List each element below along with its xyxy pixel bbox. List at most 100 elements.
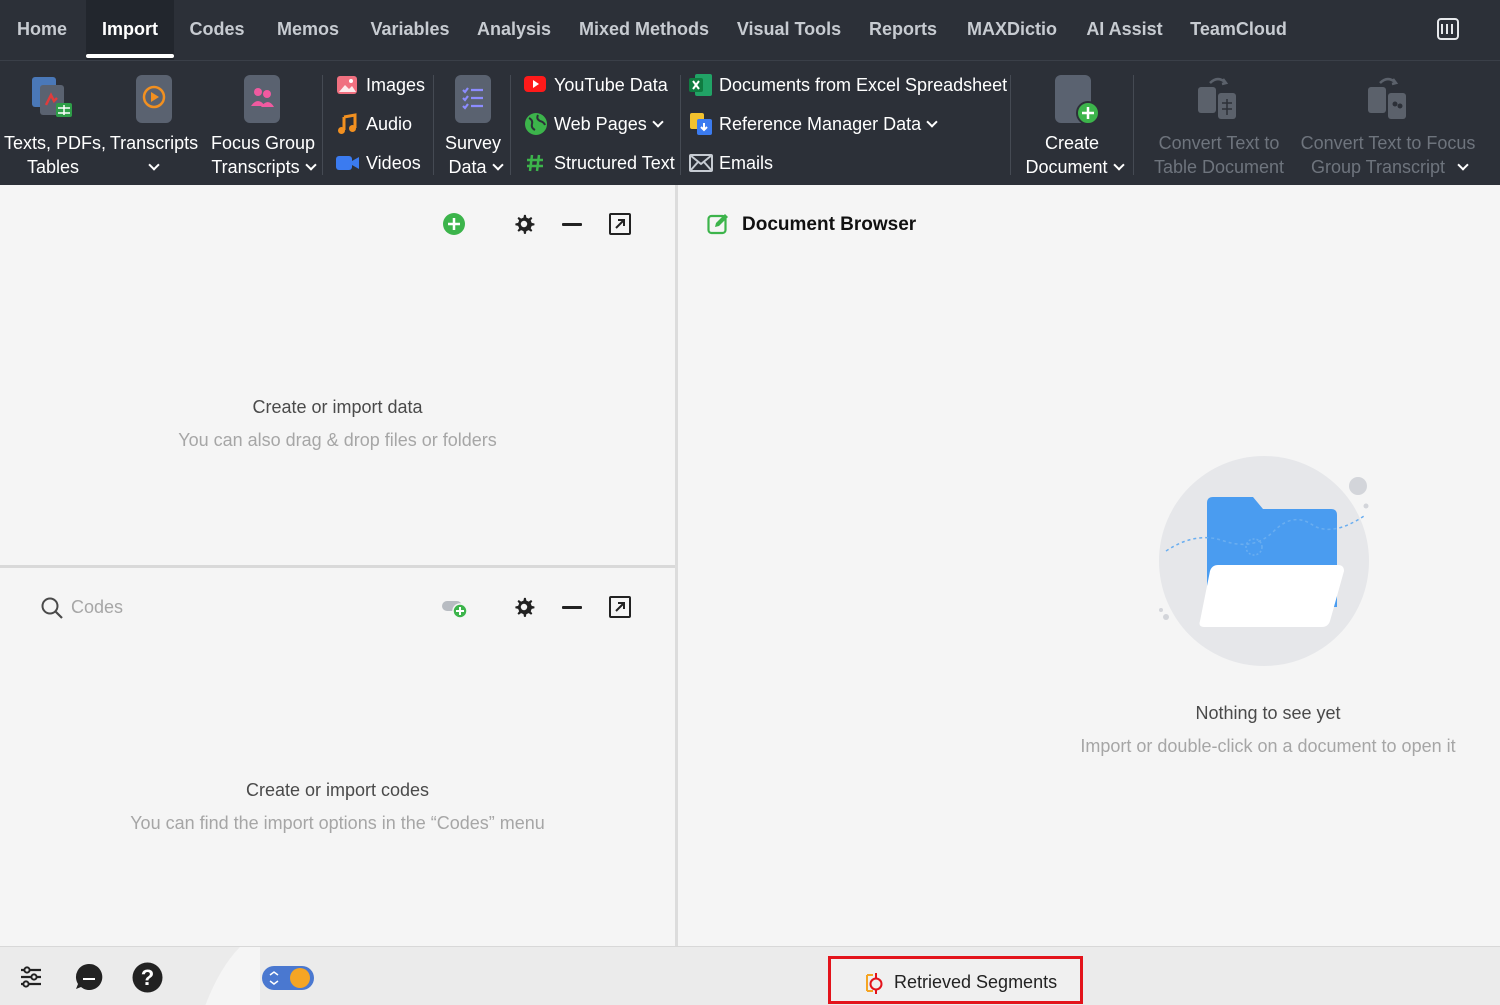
import-focus-group-label-1: Focus Group	[210, 133, 316, 153]
document-browser-empty-title: Nothing to see yet	[1195, 703, 1341, 723]
import-texts-button[interactable]: Texts, PDFs, Tables	[4, 73, 107, 183]
import-videos-label: Videos	[366, 153, 421, 173]
envelope-icon	[689, 154, 713, 172]
tab-maxdictio[interactable]: MAXDictio	[955, 0, 1069, 60]
code-system-pane: Codes Create or import codes You can fin…	[0, 568, 675, 946]
retrieved-segments-icon	[866, 973, 883, 994]
documents-icon	[32, 77, 72, 117]
create-document-button[interactable]: Create Document	[1018, 73, 1130, 183]
search-icon[interactable]	[40, 596, 64, 620]
popout-icon[interactable]	[609, 213, 631, 235]
import-ribbon: Texts, PDFs, Tables Transcripts Focus Gr…	[0, 60, 1500, 185]
ribbon-separator	[433, 75, 434, 175]
import-images-button[interactable]: Images	[336, 73, 425, 97]
import-excel-documents-button[interactable]: Documents from Excel Spreadsheet	[689, 73, 1007, 97]
tab-ai-assist[interactable]: AI Assist	[1077, 0, 1172, 60]
ribbon-separator	[322, 75, 323, 175]
toggle-icon[interactable]	[262, 965, 314, 991]
columns-layout-icon[interactable]	[1437, 18, 1459, 40]
reference-manager-icon	[690, 113, 712, 135]
edit-icon	[707, 214, 728, 235]
minimize-icon[interactable]	[562, 223, 582, 226]
import-structured-text-label: Structured Text	[554, 153, 675, 173]
survey-icon	[455, 75, 491, 123]
documents-empty-subtitle: You can also drag & drop files or folder…	[178, 430, 497, 450]
menu-bar: Home Import Codes Memos Variables Analys…	[0, 0, 1500, 60]
chevron-down-icon	[1457, 159, 1469, 171]
tab-home[interactable]: Home	[0, 0, 84, 60]
document-browser-pane: Document Browser Nothing to see yet Impo…	[678, 185, 1500, 946]
convert-to-focus-group-button[interactable]: Convert Text to Focus Group Transcript	[1298, 73, 1480, 183]
codes-empty-title: Create or import codes	[245, 780, 430, 800]
import-texts-label-2: Tables	[26, 157, 80, 177]
documents-empty-title: Create or import data	[252, 397, 423, 417]
minimize-icon[interactable]	[562, 606, 582, 609]
gear-icon[interactable]	[513, 213, 535, 235]
import-images-label: Images	[366, 75, 426, 95]
import-reference-manager-button[interactable]: Reference Manager Data	[689, 112, 938, 136]
excel-icon	[689, 74, 712, 96]
import-structured-text-button[interactable]: Structured Text	[524, 151, 675, 175]
ribbon-separator	[1010, 75, 1011, 175]
import-focus-group-button[interactable]: Focus Group Transcripts	[206, 73, 320, 183]
ribbon-separator	[510, 75, 511, 175]
transcript-icon	[136, 75, 172, 123]
codes-search-input[interactable]: Codes	[71, 597, 123, 618]
sliders-icon[interactable]	[19, 965, 43, 989]
create-document-label-1: Create	[1044, 133, 1100, 153]
help-icon[interactable]: ?	[132, 962, 163, 993]
chevron-down-icon	[108, 155, 200, 179]
import-emails-label: Emails	[719, 153, 774, 173]
retrieved-segments-label: Retrieved Segments	[894, 972, 1058, 992]
import-web-pages-label: Web Pages	[554, 114, 647, 134]
convert-table-icon	[1198, 77, 1236, 119]
popout-icon[interactable]	[609, 596, 631, 618]
tab-visual-tools[interactable]: Visual Tools	[728, 0, 850, 60]
tab-analysis[interactable]: Analysis	[467, 0, 561, 60]
gear-icon[interactable]	[513, 596, 535, 618]
tab-codes[interactable]: Codes	[176, 0, 258, 60]
chevron-down-icon	[652, 116, 664, 128]
tab-teamcloud[interactable]: TeamCloud	[1180, 0, 1297, 60]
convert-focus-group-icon	[1368, 77, 1406, 119]
import-texts-label-1: Texts, PDFs,	[4, 133, 107, 153]
tab-memos[interactable]: Memos	[264, 0, 352, 60]
hashtag-icon	[527, 154, 543, 172]
import-emails-button[interactable]: Emails	[689, 151, 773, 175]
tab-reports[interactable]: Reports	[858, 0, 948, 60]
add-document-icon[interactable]	[442, 212, 466, 236]
add-code-icon[interactable]	[441, 598, 469, 620]
chevron-down-icon	[491, 159, 504, 171]
codes-empty-subtitle: You can find the import options in the “…	[130, 813, 545, 833]
import-web-pages-button[interactable]: Web Pages	[524, 112, 664, 136]
document-browser-title: Document Browser	[742, 214, 917, 235]
add-icon	[1076, 101, 1100, 125]
import-survey-button[interactable]: Survey Data	[440, 73, 506, 183]
chevron-down-icon	[926, 116, 938, 128]
import-focus-group-label-2: Transcripts	[211, 157, 300, 177]
chevron-down-icon	[305, 159, 317, 171]
convert-to-table-label-2: Table Document	[1153, 157, 1285, 177]
chat-icon[interactable]	[74, 962, 104, 992]
image-icon	[337, 76, 357, 94]
convert-to-focus-group-label-1: Convert Text to Focus	[1300, 133, 1476, 153]
status-bar-divider	[205, 947, 260, 1005]
ribbon-separator	[1133, 75, 1134, 175]
import-videos-button[interactable]: Videos	[336, 151, 421, 175]
import-transcripts-button[interactable]: Transcripts	[108, 73, 200, 183]
import-excel-documents-label: Documents from Excel Spreadsheet	[719, 75, 1008, 95]
tab-variables[interactable]: Variables	[360, 0, 460, 60]
retrieved-segments-button[interactable]: Retrieved Segments	[828, 956, 1083, 1004]
import-reference-manager-label: Reference Manager Data	[719, 114, 922, 134]
import-youtube-label: YouTube Data	[554, 75, 668, 95]
convert-to-table-button[interactable]: Convert Text to Table Document	[1146, 73, 1292, 183]
tab-mixed-methods[interactable]: Mixed Methods	[568, 0, 720, 60]
convert-to-table-label-1: Convert Text to	[1158, 133, 1280, 153]
import-transcripts-label: Transcripts	[109, 133, 199, 153]
import-youtube-button[interactable]: YouTube Data	[524, 73, 668, 97]
import-audio-button[interactable]: Audio	[336, 112, 412, 136]
import-survey-label-1: Survey	[444, 133, 502, 153]
tab-import[interactable]: Import	[86, 0, 174, 60]
convert-to-focus-group-label-2: Group Transcript	[1310, 157, 1446, 177]
import-survey-label-2: Data	[448, 157, 487, 177]
